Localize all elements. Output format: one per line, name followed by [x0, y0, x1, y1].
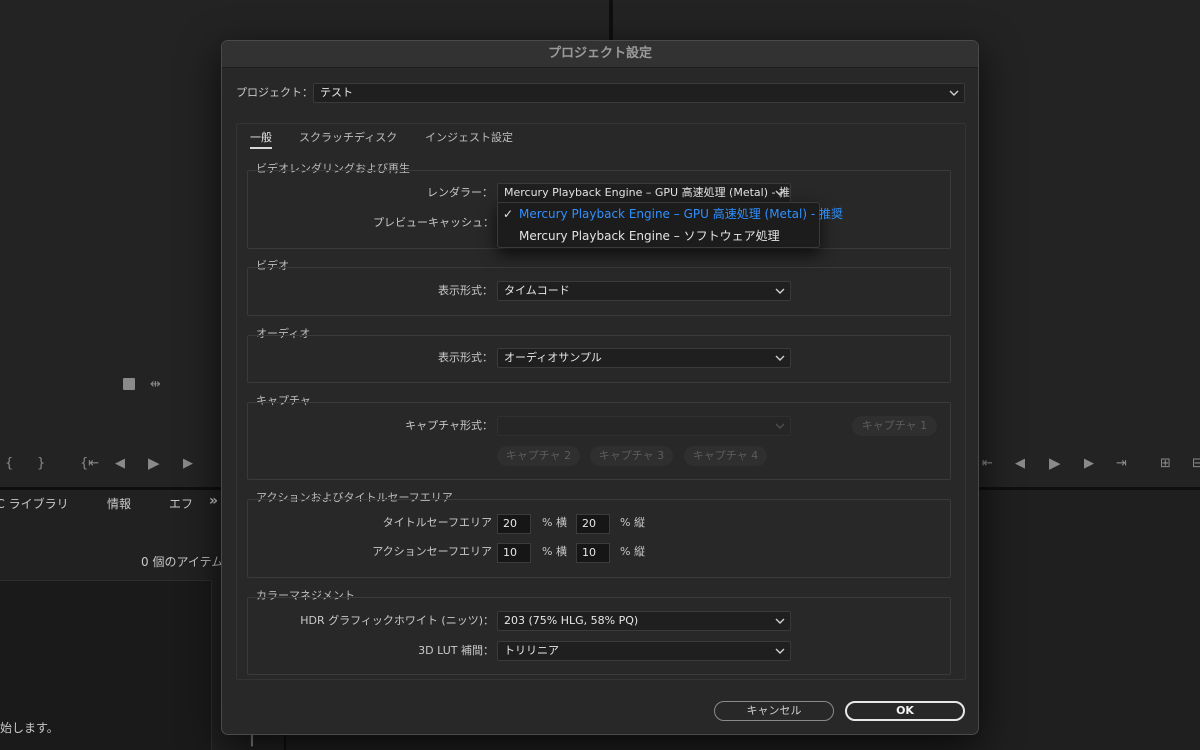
project-settings-dialog: プロジェクト設定 プロジェクト： テスト 一般 スクラッチディスク インジェスト…	[221, 40, 979, 735]
title-safe-vertical-unit: % 縦	[620, 516, 645, 529]
action-safe-vertical-input[interactable]: 10	[576, 543, 610, 563]
chevron-down-icon	[775, 282, 785, 300]
item-count: 0 個のアイテム	[141, 555, 224, 569]
go-to-out-icon[interactable]: ⇥	[1116, 457, 1127, 471]
hdr-graphics-white-value: 203 (75% HLG, 58% PQ)	[504, 614, 639, 627]
title-safe-label: タイトルセーフエリア	[382, 516, 492, 529]
extract-icon[interactable]: ⊟	[1192, 457, 1200, 471]
title-safe-vertical-input[interactable]: 20	[576, 514, 610, 534]
renderer-option-gpu[interactable]: ✓ Mercury Playback Engine – GPU 高速処理 (Me…	[498, 203, 843, 225]
chevron-down-icon	[775, 612, 785, 630]
hdr-graphics-white-select[interactable]: 203 (75% HLG, 58% PQ)	[497, 611, 791, 631]
dialog-title: プロジェクト設定	[222, 41, 978, 68]
title-safe-horizontal-unit: % 横	[542, 516, 567, 529]
audio-display-format-value: オーディオサンプル	[504, 351, 602, 364]
go-to-in-icon[interactable]: {⇤	[80, 457, 99, 471]
chevron-down-icon	[949, 84, 959, 102]
active-tab-indicator	[250, 147, 272, 149]
lut-interpolation-label: 3D LUT 補間：	[418, 644, 494, 657]
renderer-select-value: Mercury Playback Engine – GPU 高速処理 (Meta…	[504, 186, 791, 199]
renderer-label: レンダラー：	[427, 186, 493, 199]
capture-1-button[interactable]: キャプチャ 1	[852, 416, 937, 436]
tab-effects[interactable]: エフ	[169, 495, 193, 512]
mark-in-icon[interactable]: {	[5, 457, 13, 471]
renderer-option-label: Mercury Playback Engine – GPU 高速処理 (Meta…	[519, 207, 843, 221]
section-safe-areas	[247, 499, 951, 578]
capture-format-select[interactable]	[497, 416, 791, 436]
title-safe-horizontal-input[interactable]: 20	[497, 514, 531, 534]
video-display-format-select[interactable]: タイムコード	[497, 281, 791, 301]
renderer-select[interactable]: Mercury Playback Engine – GPU 高速処理 (Meta…	[497, 183, 791, 203]
lut-interpolation-select[interactable]: トリリニア	[497, 641, 791, 661]
hint-text: 始します。	[0, 721, 59, 735]
capture-format-label: キャプチャ形式：	[405, 419, 493, 432]
cancel-button[interactable]: キャンセル	[714, 701, 834, 721]
video-display-format-value: タイムコード	[504, 284, 570, 297]
tab-cc-libraries[interactable]: CC ライブラリ	[0, 495, 69, 512]
panel-overflow-icon[interactable]: »	[209, 493, 218, 509]
video-display-format-label: 表示形式：	[438, 284, 493, 297]
hdr-graphics-white-label: HDR グラフィックホワイト (ニッツ)：	[300, 614, 494, 627]
mark-out-icon[interactable]: }	[37, 457, 45, 471]
capture-3-button[interactable]: キャプチャ 3	[590, 446, 673, 466]
play-icon[interactable]: ▶	[148, 456, 160, 471]
chevron-down-icon	[775, 642, 785, 660]
capture-4-button[interactable]: キャプチャ 4	[684, 446, 767, 466]
step-back-icon[interactable]: ◀	[1015, 457, 1025, 471]
project-select-value: テスト	[320, 86, 353, 99]
renderer-option-label: Mercury Playback Engine – ソフトウェア処理	[519, 229, 780, 243]
audio-waveform-icon[interactable]: ⇹	[150, 378, 161, 392]
go-to-in-icon[interactable]: ⇤	[982, 457, 993, 471]
export-frame-icon[interactable]	[123, 378, 135, 390]
step-forward-icon[interactable]: ▶	[1084, 457, 1094, 471]
section-color-management	[247, 597, 951, 675]
action-safe-label: アクションセーフエリア	[372, 545, 492, 558]
ok-button[interactable]: OK	[845, 701, 965, 721]
tab-ingest-settings[interactable]: インジェスト設定	[425, 131, 513, 145]
step-forward-icon[interactable]: ▶	[183, 457, 193, 471]
step-back-icon[interactable]: ◀	[115, 457, 125, 471]
chevron-down-icon	[775, 349, 785, 367]
timeline-tool-icon[interactable]: ┃	[248, 733, 256, 747]
capture-2-button[interactable]: キャプチャ 2	[497, 446, 580, 466]
renderer-option-software[interactable]: Mercury Playback Engine – ソフトウェア処理	[498, 225, 819, 247]
lift-icon[interactable]: ⊞	[1160, 457, 1171, 471]
audio-display-format-select[interactable]: オーディオサンプル	[497, 348, 791, 368]
tab-info[interactable]: 情報	[107, 495, 131, 512]
section-capture	[247, 402, 951, 480]
action-safe-vertical-unit: % 縦	[620, 545, 645, 558]
preview-cache-label: プレビューキャッシュ：	[373, 216, 494, 229]
action-safe-horizontal-unit: % 横	[542, 545, 567, 558]
project-select[interactable]: テスト	[313, 83, 965, 103]
audio-display-format-label: 表示形式：	[438, 351, 493, 364]
renderer-dropdown-menu: ✓ Mercury Playback Engine – GPU 高速処理 (Me…	[497, 202, 843, 248]
lut-interpolation-value: トリリニア	[504, 644, 559, 657]
tab-general[interactable]: 一般	[250, 131, 272, 145]
project-label: プロジェクト：	[236, 86, 313, 99]
tab-scratch-disks[interactable]: スクラッチディスク	[299, 131, 397, 145]
play-icon[interactable]: ▶	[1049, 456, 1061, 471]
checkmark-icon: ✓	[503, 207, 514, 221]
chevron-down-icon	[775, 184, 785, 202]
action-safe-horizontal-input[interactable]: 10	[497, 543, 531, 563]
chevron-down-icon	[775, 417, 785, 435]
